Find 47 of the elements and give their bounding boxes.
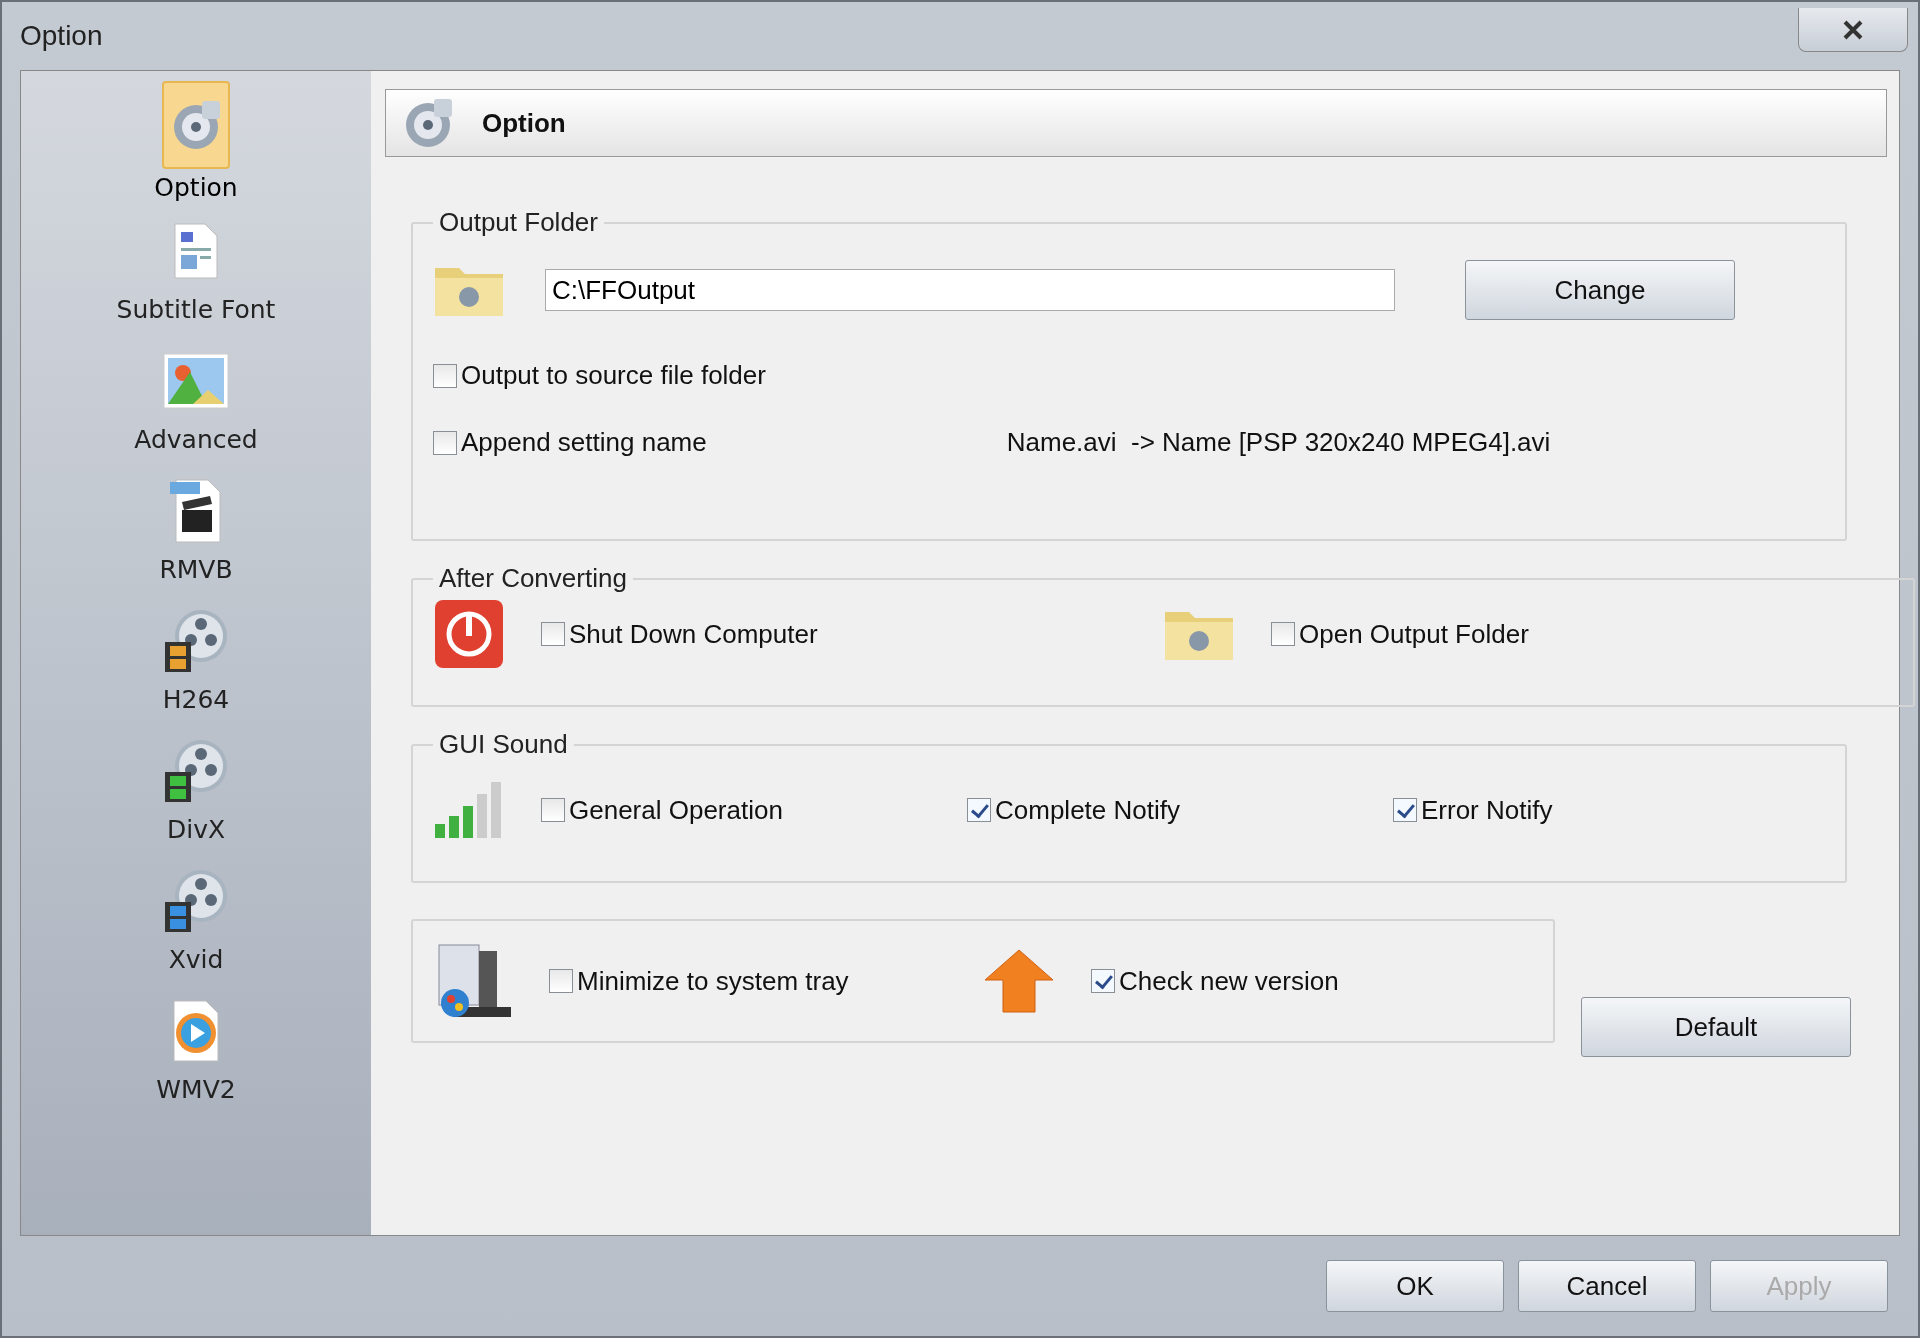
checkbox-label[interactable]: Append setting name: [461, 427, 707, 458]
checkbox-label[interactable]: General Operation: [569, 794, 783, 826]
power-icon: [433, 598, 505, 670]
example-text: Name.avi -> Name [PSP 320x240 MPEG4].avi: [1006, 427, 1551, 458]
sidebar-item[interactable]: WMV2: [46, 991, 346, 1115]
checkbox[interactable]: [541, 798, 565, 822]
checkbox-label[interactable]: Complete Notify: [995, 794, 1180, 826]
landscape-icon: [163, 353, 229, 409]
sidebar-item[interactable]: Option: [46, 81, 346, 205]
default-button[interactable]: Default: [1581, 997, 1851, 1057]
checkbox[interactable]: [1271, 622, 1295, 646]
checkbox-label[interactable]: Minimize to system tray: [577, 965, 849, 997]
sidebar-item[interactable]: RMVB: [46, 471, 346, 595]
group-title: Output Folder: [438, 207, 599, 238]
document-icon: [171, 222, 221, 280]
path-field[interactable]: C:\FFOutput: [545, 269, 1395, 311]
clapper-icon: [168, 478, 224, 544]
film-strip-icon: [165, 772, 191, 802]
header-title: Option: [482, 107, 566, 139]
sidebar-item[interactable]: H264: [46, 601, 346, 725]
sidebar-item[interactable]: DivX: [46, 731, 346, 855]
checkbox-label[interactable]: Output to source file folder: [461, 360, 766, 391]
sidebar-item[interactable]: Subtitle Font: [46, 211, 346, 335]
checkbox[interactable]: [433, 363, 457, 388]
checkbox[interactable]: [433, 430, 457, 455]
dialog-button[interactable]: OK: [1326, 1260, 1504, 1312]
sidebar-item[interactable]: Advanced: [46, 341, 346, 465]
checkbox-label[interactable]: Check new version: [1119, 965, 1339, 997]
checkbox-label[interactable]: Open Output Folder: [1299, 618, 1529, 650]
up-arrow-icon: [983, 948, 1055, 1014]
checkbox-label[interactable]: Error Notify: [1421, 794, 1553, 826]
checkbox[interactable]: [1091, 969, 1115, 993]
checkbox-label[interactable]: Shut Down Computer: [569, 618, 818, 650]
checkbox[interactable]: [549, 969, 573, 993]
group-title: GUI Sound: [438, 729, 569, 760]
window-title: Option: [20, 20, 103, 52]
film-strip-icon: [165, 902, 191, 932]
change-button[interactable]: Change: [1465, 260, 1735, 320]
checkbox[interactable]: [1393, 798, 1417, 822]
group-title: After Converting: [438, 563, 628, 594]
sidebar-item[interactable]: Xvid: [46, 861, 346, 985]
dialog-button[interactable]: Cancel: [1518, 1260, 1696, 1312]
close-button[interactable]: [1798, 8, 1908, 52]
film-strip-icon: [165, 642, 191, 672]
close-icon: [1842, 18, 1864, 41]
checkbox[interactable]: [967, 798, 991, 822]
checkbox[interactable]: [541, 622, 565, 646]
